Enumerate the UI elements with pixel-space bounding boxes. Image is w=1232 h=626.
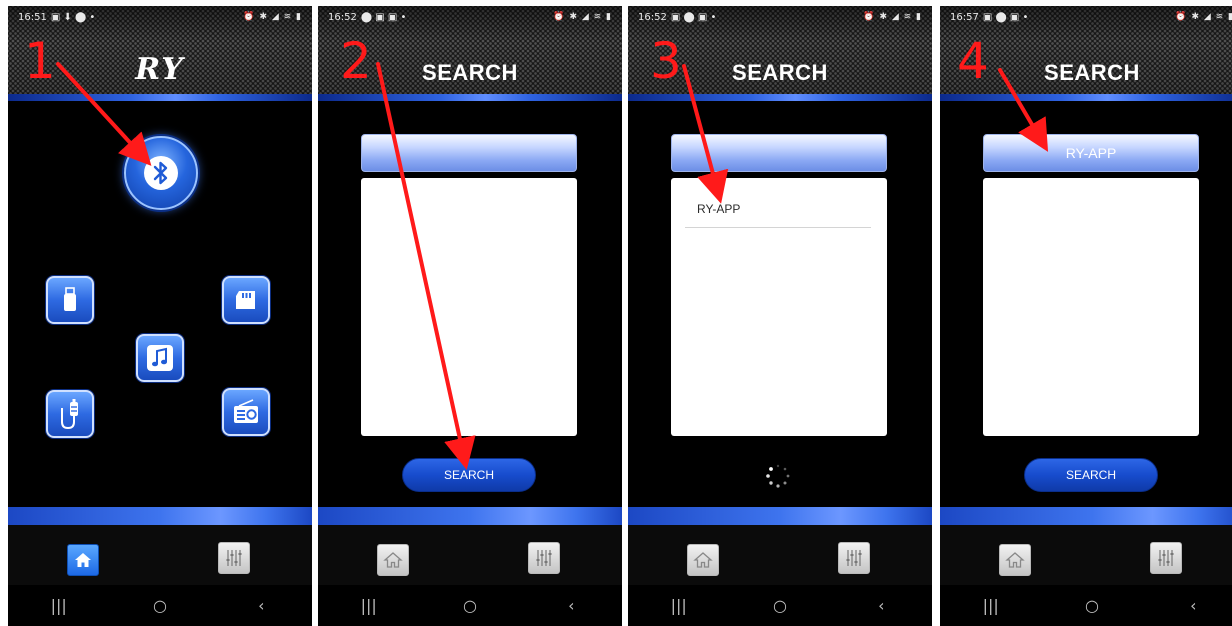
home-system-button[interactable]: ○: [760, 596, 800, 615]
nav-home-button[interactable]: [999, 544, 1031, 576]
selected-device-header[interactable]: [361, 134, 577, 172]
nav-equalizer-button[interactable]: [218, 542, 250, 574]
system-status-icons: ⏰ ✱ ◢ ≋ ▮: [243, 12, 302, 22]
device-list[interactable]: RY-APP: [671, 178, 887, 436]
system-nav-bar: ||| ○ ‹: [8, 585, 312, 626]
recents-button[interactable]: |||: [659, 596, 699, 615]
step-number-2: 2: [340, 32, 372, 90]
system-nav-bar: ||| ○ ‹: [628, 585, 932, 626]
device-list[interactable]: [983, 178, 1199, 436]
usb-mode-button[interactable]: [46, 276, 94, 324]
notification-icons: ⬤ ▣ ▣ •: [360, 11, 407, 23]
screen-search-empty: 16:52 ⬤ ▣ ▣ • ⏰ ✱ ◢ ≋ ▮ SEARCH SEARCH ||…: [318, 6, 622, 626]
footer-accent-bar: [318, 507, 622, 525]
recents-button[interactable]: |||: [971, 596, 1011, 615]
bottom-nav: [628, 525, 932, 585]
equalizer-icon: [1158, 550, 1174, 566]
search-button[interactable]: SEARCH: [1024, 458, 1158, 492]
home-system-button[interactable]: ○: [140, 596, 180, 615]
loading-spinner-icon: [766, 464, 790, 488]
bottom-nav: [318, 525, 622, 585]
status-bar: 16:52 ▣ ⬤ ▣ • ⏰ ✱ ◢ ≋ ▮: [628, 6, 932, 28]
back-button[interactable]: ‹: [861, 596, 901, 615]
bottom-nav: [940, 525, 1232, 585]
footer-accent-bar: [8, 507, 312, 525]
search-button[interactable]: SEARCH: [402, 458, 536, 492]
status-time: 16:52: [328, 11, 357, 23]
radio-mode-button[interactable]: [222, 388, 270, 436]
system-status-icons: ⏰ ✱ ◢ ≋ ▮: [553, 12, 612, 22]
notification-icons: ▣ ⬤ ▣ •: [982, 11, 1029, 23]
nav-equalizer-button[interactable]: [1150, 542, 1182, 574]
footer-accent-bar: [940, 507, 1232, 525]
home-icon: [693, 552, 713, 568]
usb-drive-icon: [64, 287, 76, 311]
header-accent-bar: [940, 94, 1232, 101]
status-bar: 16:51 ▣ ⬇ ⬤ • ⏰ ✱ ◢ ≋ ▮: [8, 6, 312, 28]
equalizer-icon: [226, 550, 242, 566]
header-accent-bar: [8, 94, 312, 101]
bluetooth-button[interactable]: [124, 136, 198, 210]
screen-home: 16:51 ▣ ⬇ ⬤ • ⏰ ✱ ◢ ≋ ▮ RY ||| ○ ‹: [8, 6, 312, 626]
home-system-button[interactable]: ○: [1072, 596, 1112, 615]
sd-card-icon: [236, 291, 255, 309]
home-icon: [383, 552, 403, 568]
nav-equalizer-button[interactable]: [838, 542, 870, 574]
device-list[interactable]: [361, 178, 577, 436]
system-nav-bar: ||| ○ ‹: [318, 585, 622, 626]
status-time: 16:52: [638, 11, 667, 23]
status-bar: 16:52 ⬤ ▣ ▣ • ⏰ ✱ ◢ ≋ ▮: [318, 6, 622, 28]
system-status-icons: ⏰ ✱ ◢ ≋ ▮: [1175, 12, 1232, 22]
bottom-nav: [8, 525, 312, 585]
aux-mode-button[interactable]: [46, 390, 94, 438]
selected-device-header[interactable]: [671, 134, 887, 172]
header-accent-bar: [318, 94, 622, 101]
footer-accent-bar: [628, 507, 932, 525]
equalizer-icon: [846, 550, 862, 566]
status-time: 16:51: [18, 11, 47, 23]
screen-device-connected: 16:57 ▣ ⬤ ▣ • ⏰ ✱ ◢ ≋ ▮ SEARCH RY-APP SE…: [940, 6, 1232, 626]
home-system-button[interactable]: ○: [450, 596, 490, 615]
step-number-3: 3: [650, 32, 682, 90]
home-icon: [75, 553, 91, 567]
equalizer-icon: [536, 550, 552, 566]
nav-home-button[interactable]: [67, 544, 99, 576]
recents-button[interactable]: |||: [349, 596, 389, 615]
notification-icons: ▣ ⬇ ⬤ •: [50, 11, 96, 23]
back-button[interactable]: ‹: [1173, 596, 1213, 615]
status-bar: 16:57 ▣ ⬤ ▣ • ⏰ ✱ ◢ ≋ ▮: [940, 6, 1232, 28]
device-list-item[interactable]: RY-APP: [685, 202, 871, 228]
sd-card-mode-button[interactable]: [222, 276, 270, 324]
radio-icon: [234, 399, 258, 423]
step-number-4: 4: [957, 32, 989, 90]
step-number-1: 1: [24, 32, 56, 90]
screen-search-results: 16:52 ▣ ⬤ ▣ • ⏰ ✱ ◢ ≋ ▮ SEARCH RY-APP ||…: [628, 6, 932, 626]
notification-icons: ▣ ⬤ ▣ •: [670, 11, 717, 23]
nav-equalizer-button[interactable]: [528, 542, 560, 574]
system-nav-bar: ||| ○ ‹: [940, 585, 1232, 626]
nav-home-button[interactable]: [377, 544, 409, 576]
music-note-icon: [147, 345, 173, 371]
nav-home-button[interactable]: [687, 544, 719, 576]
header-accent-bar: [628, 94, 932, 101]
back-button[interactable]: ‹: [241, 596, 281, 615]
aux-cable-icon: [61, 399, 78, 430]
system-status-icons: ⏰ ✱ ◢ ≋ ▮: [863, 12, 922, 22]
bluetooth-icon: [144, 156, 178, 190]
selected-device-header[interactable]: RY-APP: [983, 134, 1199, 172]
back-button[interactable]: ‹: [551, 596, 591, 615]
recents-button[interactable]: |||: [39, 596, 79, 615]
music-mode-button[interactable]: [136, 334, 184, 382]
home-icon: [1005, 552, 1025, 568]
status-time: 16:57: [950, 11, 979, 23]
